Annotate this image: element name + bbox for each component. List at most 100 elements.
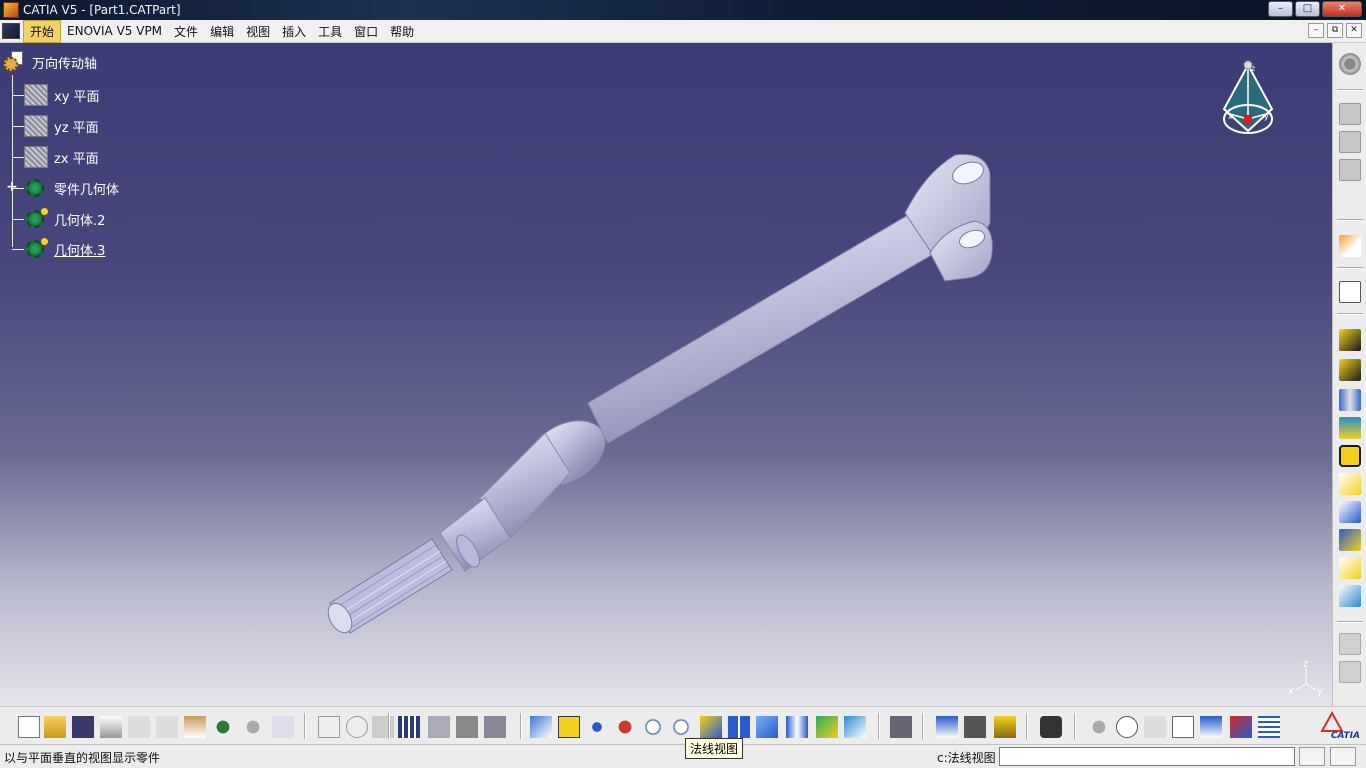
menu-view[interactable]: 视图: [240, 21, 276, 42]
select-icon[interactable]: [1339, 235, 1361, 257]
draft-icon[interactable]: [1339, 529, 1361, 551]
tree-node-body-3[interactable]: 几何体.3: [12, 237, 105, 261]
status-close-button[interactable]: [1330, 747, 1356, 766]
toolbar-separator: [878, 713, 880, 739]
document-menu-icon[interactable]: [2, 23, 20, 39]
menu-insert[interactable]: 插入: [276, 21, 312, 42]
swap-visible-icon[interactable]: [844, 716, 866, 738]
pocket-icon[interactable]: [1339, 359, 1361, 381]
menu-edit[interactable]: 编辑: [204, 21, 240, 42]
fly-mode-icon[interactable]: [530, 716, 552, 738]
doc-close-button[interactable]: ✕: [1346, 23, 1362, 38]
formula-icon[interactable]: [318, 716, 340, 738]
open-icon[interactable]: [44, 716, 66, 738]
manipulate-icon[interactable]: [1116, 716, 1138, 738]
tree-root[interactable]: 万向传动轴: [4, 51, 97, 73]
doc-restore-button[interactable]: ⧉: [1327, 23, 1343, 38]
measure-between-icon[interactable]: [890, 716, 912, 738]
copy-icon[interactable]: [156, 716, 178, 738]
catia-app-icon[interactable]: [3, 2, 19, 18]
normal-view-icon[interactable]: [700, 716, 722, 738]
compass-x-label: x: [1228, 112, 1233, 121]
toolbar-separator: [388, 713, 390, 739]
pad-icon[interactable]: [1339, 329, 1361, 351]
cut-icon[interactable]: [128, 716, 150, 738]
redo-icon[interactable]: [242, 716, 264, 738]
catalog-icon[interactable]: [1200, 716, 1222, 738]
menu-window[interactable]: 窗口: [348, 21, 384, 42]
mass-icon[interactable]: [964, 716, 986, 738]
tree-node-yz-plane[interactable]: yz 平面: [12, 114, 99, 138]
surface-icon[interactable]: [1339, 633, 1361, 655]
command-input[interactable]: [999, 747, 1295, 766]
lock-icon[interactable]: [456, 716, 478, 738]
isometric-view-icon[interactable]: [756, 716, 778, 738]
menu-tools[interactable]: 工具: [312, 21, 348, 42]
status-bar: 以与平面垂直的视图显示零件 c:法线视图: [0, 744, 1366, 768]
print-icon[interactable]: [100, 716, 122, 738]
body-1-icon[interactable]: [1339, 103, 1361, 125]
hole-icon[interactable]: [1339, 417, 1361, 439]
fillet-icon[interactable]: [1339, 473, 1361, 495]
paste-icon[interactable]: [184, 716, 206, 738]
multi-view-icon[interactable]: [728, 716, 750, 738]
weight-icon[interactable]: [994, 716, 1016, 738]
save-icon[interactable]: [72, 716, 94, 738]
rotate-icon[interactable]: [614, 716, 636, 738]
fit-all-icon[interactable]: [558, 716, 580, 738]
plane-icon: [24, 115, 48, 137]
knowledge-icon[interactable]: [372, 716, 394, 738]
shell-icon[interactable]: [1339, 557, 1361, 579]
axis-x-label: x: [1288, 686, 1294, 697]
update-icon[interactable]: [1088, 716, 1110, 738]
status-option-button[interactable]: [1299, 747, 1325, 766]
toolbar-separator: [1074, 713, 1076, 739]
menu-file[interactable]: 文件: [168, 21, 204, 42]
shaft-icon[interactable]: [1339, 389, 1361, 411]
restore-button[interactable]: □: [1295, 1, 1320, 17]
whats-this-icon[interactable]: [272, 716, 294, 738]
compass-widget[interactable]: x y z: [1216, 59, 1280, 143]
gear-icon[interactable]: [1339, 53, 1361, 75]
tree-node-xy-plane[interactable]: xy 平面: [12, 83, 100, 107]
multi-layer-icon[interactable]: [1258, 716, 1280, 738]
tree-expand-icon[interactable]: [428, 716, 450, 738]
body-3-icon[interactable]: [1339, 159, 1361, 181]
rib-icon[interactable]: [1339, 445, 1361, 467]
expand-plus-icon[interactable]: +: [6, 180, 18, 194]
compass-icon[interactable]: [1144, 716, 1166, 738]
toolbar-separator: [1337, 267, 1363, 269]
measure-item-icon[interactable]: [936, 716, 958, 738]
comment-icon[interactable]: [346, 716, 368, 738]
close-button[interactable]: ✕: [1322, 1, 1362, 17]
menu-enovia[interactable]: ENOVIA V5 VPM: [61, 22, 168, 40]
menu-help[interactable]: 帮助: [384, 21, 420, 42]
new-icon[interactable]: [18, 716, 40, 738]
doc-minimize-button[interactable]: –: [1308, 23, 1324, 38]
sketch-icon[interactable]: [1339, 281, 1361, 303]
tree-node-body-2[interactable]: 几何体.2: [12, 207, 105, 231]
undo-icon[interactable]: [212, 716, 234, 738]
table-icon[interactable]: [398, 716, 420, 738]
tree-root-label: 万向传动轴: [32, 56, 98, 72]
tree-node-zx-plane[interactable]: zx 平面: [12, 145, 99, 169]
capture-icon[interactable]: [1040, 716, 1062, 738]
analysis-icon[interactable]: [1230, 716, 1252, 738]
boolean-icon[interactable]: [1339, 661, 1361, 683]
chamfer-icon[interactable]: [1339, 501, 1361, 523]
pan-icon[interactable]: [586, 716, 608, 738]
menu-start[interactable]: 开始: [23, 19, 62, 43]
3d-viewport[interactable]: 万向传动轴 xy 平面 yz 平面 zx 平面 + 零件几何体 几何体.2 几何…: [0, 43, 1332, 706]
scale-icon[interactable]: [1172, 716, 1194, 738]
toolbar-separator: [1337, 219, 1363, 221]
thickness-icon[interactable]: [1339, 585, 1361, 607]
tree-node-part-body[interactable]: + 零件几何体: [6, 176, 119, 200]
shading-icon[interactable]: [786, 716, 808, 738]
parameters-icon[interactable]: [484, 716, 506, 738]
body-2-icon[interactable]: [1339, 131, 1361, 153]
hide-show-icon[interactable]: [816, 716, 838, 738]
zoom-out-icon[interactable]: [670, 716, 692, 738]
plane-icon: [24, 146, 48, 168]
zoom-in-icon[interactable]: [642, 716, 664, 738]
minimize-button[interactable]: –: [1268, 1, 1293, 17]
